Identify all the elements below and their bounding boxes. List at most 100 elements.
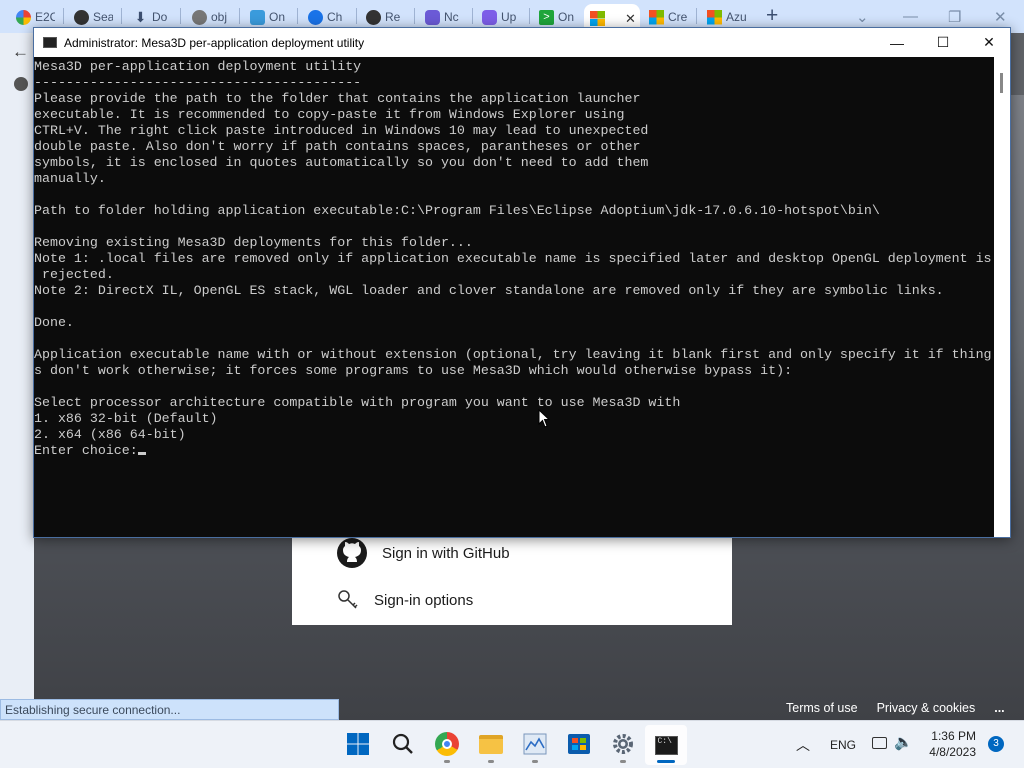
signin-panel: Sign in with GitHub Sign-in options: [292, 537, 732, 625]
console-line: executable. It is recommended to copy-pa…: [34, 107, 625, 122]
console-line: 2. x64 (x86 64-bit): [34, 427, 186, 442]
signin-github-option[interactable]: Sign in with GitHub: [336, 537, 510, 569]
chart-app-icon: [523, 733, 547, 755]
console-prompt: Enter choice:: [34, 443, 138, 458]
console-line: Note 1: .local files are removed only if…: [34, 251, 992, 266]
clock-date: 4/8/2023: [929, 745, 976, 759]
browser-tab[interactable]: Re: [360, 5, 405, 29]
folder-icon: [479, 734, 503, 754]
browser-tab[interactable]: > On: [533, 5, 578, 29]
browser-tab[interactable]: Cre: [643, 5, 688, 29]
tab-search-icon[interactable]: ⌄: [856, 8, 869, 26]
cmd-icon: C:\: [654, 735, 678, 755]
globe-icon: [192, 9, 207, 25]
mouse-pointer-icon: [538, 409, 550, 428]
browser-tab[interactable]: E2C: [10, 5, 55, 29]
store-icon: [568, 734, 590, 754]
cmd-scrollbar[interactable]: [994, 57, 1010, 537]
scrollbar-thumb[interactable]: [1000, 73, 1003, 93]
console-line: Application executable name with or with…: [34, 347, 992, 362]
browser-tab[interactable]: Up: [476, 5, 521, 29]
terms-link[interactable]: Terms of use: [786, 701, 858, 715]
signin-options-label: Sign-in options: [374, 591, 474, 609]
microsoft-icon: [707, 9, 722, 25]
back-arrow-icon[interactable]: ←: [12, 42, 29, 62]
more-options-button[interactable]: ...: [994, 701, 1004, 715]
cmd-maximize-button[interactable]: ☐: [920, 28, 966, 57]
console-line: double paste. Also don't worry if path c…: [34, 139, 641, 154]
browser-tab[interactable]: ⬇ Do: [127, 5, 172, 29]
signin-options-option[interactable]: Sign-in options: [336, 588, 473, 612]
console-output[interactable]: Mesa3D per-application deployment utilit…: [34, 57, 994, 537]
volume-icon[interactable]: 🔈: [894, 733, 913, 751]
privacy-link[interactable]: Privacy & cookies: [877, 701, 976, 715]
console-line: Note 2: DirectX IL, OpenGL ES stack, WGL…: [34, 283, 944, 298]
terminal-icon: >: [539, 9, 554, 25]
console-line: 1. x86 32-bit (Default): [34, 411, 218, 426]
cmd-close-button[interactable]: ✕: [966, 28, 1012, 57]
browser-tab[interactable]: Sea: [68, 5, 113, 29]
browser-toolbar: ←: [0, 33, 34, 723]
console-line: ----------------------------------------…: [34, 75, 362, 90]
app-icon: [482, 9, 497, 25]
console-line: Mesa3D per-application deployment utilit…: [34, 59, 362, 74]
minimize-icon[interactable]: —: [903, 8, 918, 25]
site-info-icon[interactable]: [14, 77, 28, 91]
chat-icon: [308, 9, 323, 25]
browser-tab[interactable]: Nc: [419, 5, 464, 29]
close-icon[interactable]: ✕: [994, 8, 1007, 26]
chrome-taskbar-button[interactable]: [434, 731, 460, 757]
console-line: Please provide the path to the folder th…: [34, 91, 641, 106]
file-explorer-taskbar-button[interactable]: [478, 731, 504, 757]
settings-taskbar-button[interactable]: [610, 731, 636, 757]
download-icon: ⬇: [134, 8, 147, 25]
cmd-minimize-button[interactable]: —: [874, 28, 920, 57]
language-indicator[interactable]: ENG: [830, 738, 856, 752]
store-taskbar-button[interactable]: [566, 731, 592, 757]
key-icon: [338, 590, 358, 609]
console-line: rejected.: [34, 267, 114, 282]
clock[interactable]: 1:36 PM 4/8/2023: [926, 728, 976, 760]
cmd-window: Administrator: Mesa3D per-application de…: [33, 27, 1011, 538]
maximize-icon[interactable]: ❐: [948, 8, 961, 26]
start-button[interactable]: [345, 731, 371, 757]
clock-time: 1:36 PM: [931, 729, 976, 743]
windows-logo-icon: [347, 733, 369, 755]
console-line: s don't work otherwise; it forces some p…: [34, 363, 793, 378]
console-line: Done.: [34, 315, 74, 330]
show-hidden-icons-button[interactable]: ︿: [796, 735, 810, 755]
text-cursor: [137, 452, 146, 455]
browser-tab[interactable]: On: [244, 5, 289, 29]
console-line: Path to folder holding application execu…: [34, 203, 880, 218]
gear-icon: [613, 734, 633, 754]
console-line: symbols, it is enclosed in quotes automa…: [34, 155, 649, 170]
cmd-title: Administrator: Mesa3D per-application de…: [64, 35, 365, 50]
browser-tab[interactable]: Azu: [701, 5, 746, 29]
console-prompt-line[interactable]: Enter choice:: [34, 443, 994, 459]
close-tab-icon[interactable]: ✕: [625, 11, 636, 27]
browser-tab[interactable]: Ch: [302, 5, 347, 29]
console-line: manually.: [34, 171, 106, 186]
codeflow-icon: [250, 9, 265, 25]
taskbar: C:\ ︿ ENG 🔈 1:36 PM 4/8/2023 3: [0, 720, 1024, 768]
browser-status-bar: Establishing secure connection...: [0, 699, 339, 720]
search-icon: [392, 733, 413, 754]
console-line: CTRL+V. The right click paste introduced…: [34, 123, 649, 138]
browser-tab[interactable]: obj: [186, 5, 231, 29]
photos-taskbar-button[interactable]: [522, 731, 548, 757]
notification-badge[interactable]: 3: [988, 736, 1004, 752]
search-button[interactable]: [390, 731, 416, 757]
network-icon[interactable]: [872, 737, 887, 749]
github-icon: [74, 9, 89, 25]
chrome-icon: [435, 732, 459, 756]
terminal-taskbar-button-active[interactable]: C:\: [645, 725, 687, 765]
console-line: Removing existing Mesa3D deployments for…: [34, 235, 473, 250]
microsoft-icon: [649, 9, 664, 25]
new-tab-button[interactable]: +: [766, 4, 778, 28]
cmd-titlebar[interactable]: Administrator: Mesa3D per-application de…: [34, 28, 1010, 57]
signin-github-label: Sign in with GitHub: [382, 544, 510, 562]
